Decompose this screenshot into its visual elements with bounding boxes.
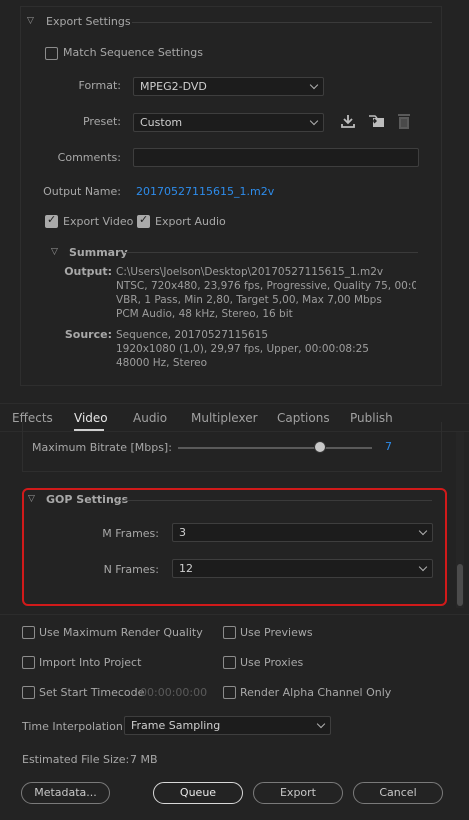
chevron-down-icon <box>309 80 319 90</box>
cancel-button[interactable]: Cancel <box>353 782 443 804</box>
gop-collapse-icon[interactable]: ▽ <box>28 494 35 504</box>
summary-output-line: VBR, 1 Pass, Min 2,80, Target 5,00, Max … <box>116 294 382 306</box>
max-bitrate-value[interactable]: 7 <box>385 440 392 453</box>
max-bitrate-slider-thumb[interactable] <box>313 441 326 453</box>
summary-output-label: Output: <box>64 265 112 278</box>
chevron-down-icon <box>316 719 326 729</box>
summary-source-line: Sequence, 20170527115615 <box>116 329 268 341</box>
max-bitrate-slider-track[interactable] <box>178 447 372 449</box>
use-proxies-label: Use Proxies <box>240 656 304 669</box>
export-audio-checkbox[interactable] <box>137 213 150 228</box>
preset-label: Preset: <box>82 115 121 128</box>
trash-icon[interactable] <box>396 112 412 133</box>
format-select[interactable]: MPEG2-DVD <box>133 77 324 96</box>
gop-divider <box>120 500 432 501</box>
summary-output-line: NTSC, 720x480, 23,976 fps, Progressive, … <box>116 280 416 292</box>
preset-value: Custom <box>140 116 183 129</box>
n-frames-label: N Frames: <box>103 563 159 576</box>
summary-output-line: C:\Users\Joelson\Desktop\20170527115615_… <box>116 266 384 278</box>
summary-divider <box>125 252 418 253</box>
format-label: Format: <box>78 79 121 92</box>
match-sequence-checkbox[interactable] <box>45 47 58 60</box>
summary-collapse-icon[interactable]: ▽ <box>51 247 58 257</box>
max-bitrate-label: Maximum Bitrate [Mbps]: <box>32 441 172 454</box>
match-sequence-label: Match Sequence Settings <box>63 46 203 59</box>
m-frames-select[interactable]: 3 <box>172 523 433 542</box>
estimated-size-value: 7 MB <box>130 753 158 766</box>
export-audio-label: Export Audio <box>155 215 226 228</box>
output-name-label: Output Name: <box>43 185 121 198</box>
estimated-size-label: Estimated File Size: <box>22 753 130 766</box>
use-max-render-quality-label: Use Maximum Render Quality <box>39 626 203 639</box>
format-value: MPEG2-DVD <box>140 80 207 93</box>
use-proxies-checkbox[interactable] <box>223 656 236 669</box>
preset-select[interactable]: Custom <box>133 113 324 132</box>
chevron-down-icon <box>309 116 319 126</box>
import-into-project-label: Import Into Project <box>39 656 142 669</box>
summary-source-label: Source: <box>64 328 112 341</box>
export-settings-collapse-icon[interactable]: ▽ <box>27 16 34 26</box>
export-settings-title: Export Settings <box>46 15 131 28</box>
import-preset-icon[interactable] <box>368 113 386 132</box>
gop-settings-title: GOP Settings <box>46 493 129 506</box>
queue-button[interactable]: Queue <box>153 782 243 804</box>
chevron-down-icon <box>418 562 428 572</box>
render-alpha-label: Render Alpha Channel Only <box>240 686 392 699</box>
use-max-render-quality-checkbox[interactable] <box>22 626 35 639</box>
comments-label: Comments: <box>57 151 121 164</box>
download-icon[interactable] <box>340 113 356 132</box>
use-previews-checkbox[interactable] <box>223 626 236 639</box>
time-interpolation-select[interactable]: Frame Sampling <box>124 716 331 735</box>
bottom-divider <box>0 614 469 615</box>
m-frames-value: 3 <box>179 526 186 539</box>
scrollbar-thumb[interactable] <box>457 564 463 606</box>
import-into-project-checkbox[interactable] <box>22 656 35 669</box>
comments-input[interactable] <box>133 148 419 167</box>
metadata-button[interactable]: Metadata... <box>21 782 110 804</box>
export-settings-divider <box>132 22 432 23</box>
export-video-checkbox[interactable] <box>45 213 58 228</box>
n-frames-value: 12 <box>179 562 193 575</box>
set-start-timecode-checkbox[interactable] <box>22 686 35 699</box>
summary-output-line: PCM Audio, 48 kHz, Stereo, 16 bit <box>116 308 293 320</box>
render-alpha-checkbox[interactable] <box>223 686 236 699</box>
summary-source-line: 1920x1080 (1,0), 29,97 fps, Upper, 00:00… <box>116 343 369 355</box>
time-interpolation-label: Time Interpolation: <box>22 720 127 733</box>
use-previews-label: Use Previews <box>240 626 313 639</box>
set-start-timecode-label: Set Start Timecode <box>39 686 145 699</box>
export-video-label: Export Video <box>63 215 134 228</box>
chevron-down-icon <box>418 526 428 536</box>
m-frames-label: M Frames: <box>102 527 159 540</box>
tabs-top-divider <box>0 403 469 404</box>
start-timecode-value[interactable]: 00:00:00:00 <box>140 686 207 699</box>
export-button[interactable]: Export <box>253 782 343 804</box>
time-interpolation-value: Frame Sampling <box>131 719 221 732</box>
output-name-link[interactable]: 20170527115615_1.m2v <box>136 185 274 198</box>
summary-title: Summary <box>69 246 128 259</box>
summary-source-line: 48000 Hz, Stereo <box>116 357 208 369</box>
n-frames-select[interactable]: 12 <box>172 559 433 578</box>
